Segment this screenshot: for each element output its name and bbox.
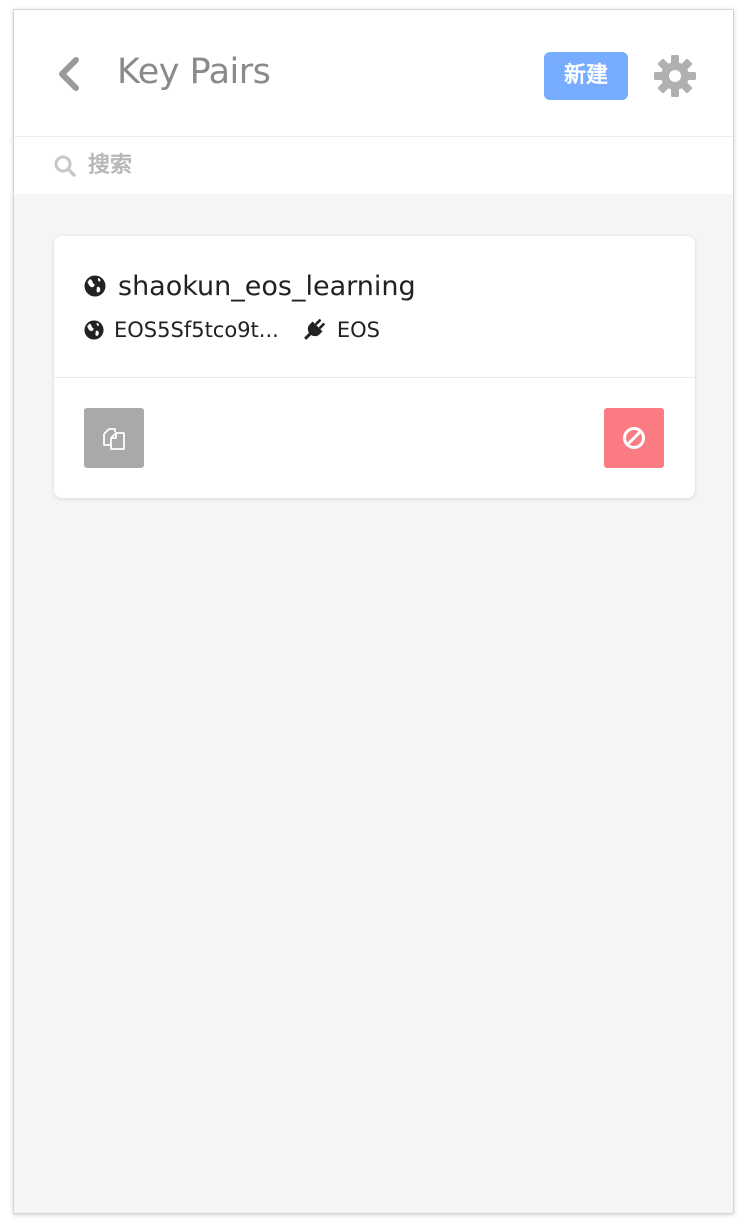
app-window: Key Pairs 新建 搜索 shaokun_eos_learning EOS… <box>13 9 734 1214</box>
remove-key-button[interactable] <box>604 408 664 468</box>
ban-icon <box>623 427 645 449</box>
search-input[interactable] <box>88 147 688 183</box>
chevron-left-icon <box>59 57 79 91</box>
settings-button[interactable] <box>651 52 699 100</box>
page-title: Key Pairs <box>117 52 271 92</box>
header: Key Pairs 新建 <box>14 10 733 137</box>
copy-key-button[interactable] <box>84 408 144 468</box>
back-button[interactable] <box>52 54 88 94</box>
keypair-name: shaokun_eos_learning <box>118 270 416 302</box>
search-icon <box>54 155 76 177</box>
search-bar <box>14 137 733 194</box>
globe-icon <box>84 275 106 297</box>
keypair-card: shaokun_eos_learning EOS5Sf5tco9t... EOS <box>54 236 695 498</box>
plug-icon <box>303 319 325 340</box>
globe-icon <box>84 320 104 340</box>
blockchain-label: EOS <box>336 318 380 342</box>
public-key: EOS5Sf5tco9t... <box>114 318 279 342</box>
new-keypair-button[interactable]: 新建 <box>544 52 628 100</box>
keypair-info: shaokun_eos_learning EOS5Sf5tco9t... EOS <box>54 236 695 378</box>
gear-icon <box>654 55 696 97</box>
copy-icon <box>103 428 125 450</box>
keypair-detail-row: EOS5Sf5tco9t... EOS <box>84 314 380 346</box>
keypair-name-row: shaokun_eos_learning <box>84 268 416 304</box>
